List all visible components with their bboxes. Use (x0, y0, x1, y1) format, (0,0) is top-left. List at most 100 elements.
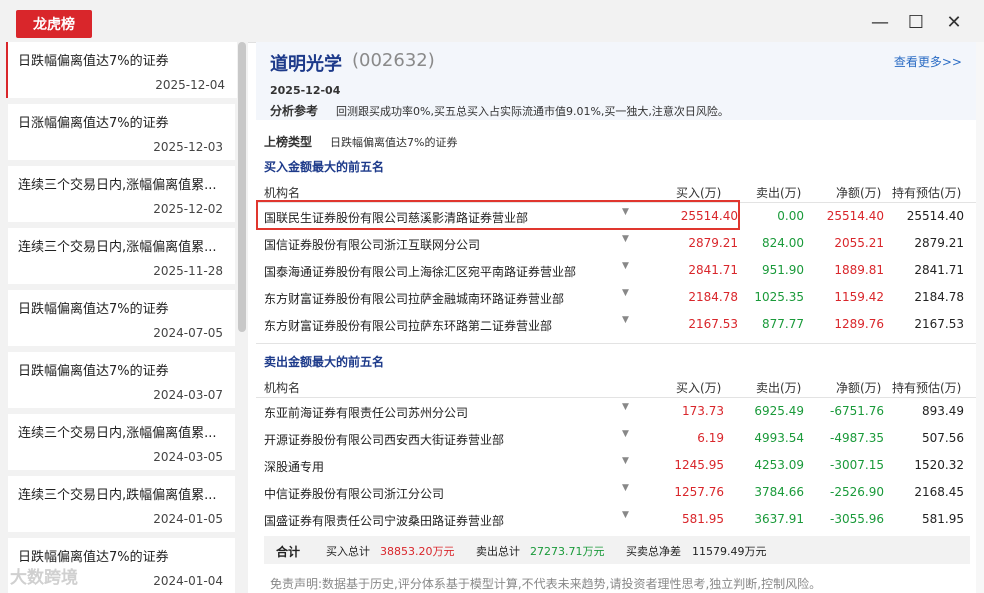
sell-value: 4253.09 (754, 458, 804, 472)
main-panel: 道明光学 (002632) 查看更多>> 2025-12-04 分析参考 回测跟… (256, 42, 984, 593)
main-scrollbar[interactable] (976, 42, 984, 593)
chevron-down-icon[interactable]: ▼ (622, 510, 629, 520)
chevron-down-icon[interactable]: ▼ (622, 288, 629, 298)
sidebar-item-title: 日跌幅偏离值达7%的证券 (18, 364, 169, 379)
total-sell-label: 卖出总计 (476, 545, 520, 558)
chevron-down-icon[interactable]: ▼ (622, 456, 629, 466)
chevron-down-icon[interactable]: ▼ (622, 483, 629, 493)
sidebar-item-date: 2025-12-02 (153, 202, 223, 216)
sidebar-item-date: 2025-12-04 (155, 78, 225, 92)
sidebar-item-date: 2024-07-05 (153, 326, 223, 340)
title-bar: 龙虎榜 — ☐ ✕ (0, 0, 984, 43)
sell-value: 3784.66 (754, 485, 804, 499)
close-button[interactable]: ✕ (942, 10, 966, 34)
sell-value: 4993.54 (754, 431, 804, 445)
buy-value: 173.73 (682, 404, 724, 418)
sidebar-item-date: 2024-03-07 (153, 388, 223, 402)
sell-value: 1025.35 (754, 290, 804, 304)
hold-value: 2879.21 (914, 236, 964, 250)
buy-value: 581.95 (682, 512, 724, 526)
stock-name: 道明光学 (270, 54, 342, 75)
hold-value: 1520.32 (914, 458, 964, 472)
analysis-text: 回测跟买成功率0%,买五总买入占实际流通市值9.01%,买一独大,注意次日风险。 (336, 105, 729, 118)
chevron-down-icon[interactable]: ▼ (622, 261, 629, 271)
sidebar-item-title: 连续三个交易日内,跌幅偏离值累... (18, 488, 217, 503)
analysis-label: 分析参考 (270, 104, 319, 118)
sidebar-item[interactable]: 日跌幅偏离值达7%的证券 2025-12-04 (6, 42, 237, 98)
chevron-down-icon[interactable]: ▼ (622, 234, 629, 244)
institution-name: 东方财富证券股份有限公司拉萨东环路第二证券营业部 (264, 319, 553, 333)
sidebar: 日跌幅偏离值达7%的证券 2025-12-04 日涨幅偏离值达7%的证券 202… (0, 42, 248, 593)
view-more-link[interactable]: 查看更多>> (894, 53, 962, 70)
table-row[interactable]: 中信证券股份有限公司浙江分公司 ▼ 1257.76 3784.66 -2526.… (256, 479, 976, 506)
net-value: -6751.76 (830, 404, 884, 418)
institution-name: 中信证券股份有限公司浙江分公司 (264, 487, 445, 501)
sidebar-item-title: 连续三个交易日内,涨幅偏离值累... (18, 240, 217, 255)
hold-value: 581.95 (922, 512, 964, 526)
minimize-button[interactable]: — (868, 10, 892, 34)
sidebar-item-date: 2025-11-28 (153, 264, 223, 278)
col-header-buy: 买入(万) (676, 186, 722, 200)
sidebar-item[interactable]: 连续三个交易日内,涨幅偏离值累... 2024-03-05 (8, 414, 235, 470)
col-header-inst: 机构名 (264, 381, 301, 395)
sell-value: 877.77 (762, 317, 804, 331)
col-header-hold: 持有预估(万) (892, 381, 962, 395)
table-row[interactable]: 开源证券股份有限公司西安西大街证券营业部 ▼ 6.19 4993.54 -498… (256, 425, 976, 452)
hold-value: 893.49 (922, 404, 964, 418)
sidebar-item-date: 2024-01-05 (153, 512, 223, 526)
institution-name: 开源证券股份有限公司西安西大街证券营业部 (264, 433, 505, 447)
col-header-net: 净额(万) (836, 186, 882, 200)
list-type-value: 日跌幅偏离值达7%的证券 (330, 136, 458, 149)
col-header-inst: 机构名 (264, 186, 301, 200)
sidebar-item[interactable]: 连续三个交易日内,涨幅偏离值累... 2025-12-02 (8, 166, 235, 222)
stock-code: (002632) (352, 50, 435, 71)
col-header-hold: 持有预估(万) (892, 186, 962, 200)
hold-value: 2167.53 (914, 317, 964, 331)
sell-value: 824.00 (762, 236, 804, 250)
table-row[interactable]: 国信证券股份有限公司浙江互联网分公司 ▼ 2879.21 824.00 2055… (256, 230, 976, 257)
sidebar-item[interactable]: 日跌幅偏离值达7%的证券 2024-07-05 (8, 290, 235, 346)
total-summary: 合计 买入总计 38853.20万元 卖出总计 27273.71万元 买卖总净差… (264, 536, 970, 564)
table-row[interactable]: 东方财富证券股份有限公司拉萨东环路第二证券营业部 ▼ 2167.53 877.7… (256, 311, 976, 338)
sidebar-item[interactable]: 连续三个交易日内,跌幅偏离值累... 2024-01-05 (8, 476, 235, 532)
maximize-button[interactable]: ☐ (904, 10, 928, 34)
hold-value: 507.56 (922, 431, 964, 445)
table-row[interactable]: 国泰海通证券股份有限公司上海徐汇区宛平南路证券营业部 ▼ 2841.71 951… (256, 257, 976, 284)
chevron-down-icon[interactable]: ▼ (622, 429, 629, 439)
sidebar-item[interactable]: 日涨幅偏离值达7%的证券 2025-12-03 (8, 104, 235, 160)
total-net-label: 买卖总净差 (626, 545, 681, 558)
table-row[interactable]: 深股通专用 ▼ 1245.95 4253.09 -3007.15 1520.32 (256, 452, 976, 479)
hold-value: 2168.45 (914, 485, 964, 499)
institution-name: 国盛证券有限责任公司宁波桑田路证券营业部 (264, 514, 505, 528)
disclaimer: 免责声明:数据基于历史,评分体系基于模型计算,不代表未来趋势,请投资者理性思考,… (270, 577, 822, 591)
chevron-down-icon[interactable]: ▼ (622, 315, 629, 325)
institution-name: 国信证券股份有限公司浙江互联网分公司 (264, 238, 481, 252)
watermark: 大数跨境 (10, 568, 78, 588)
net-value: 2055.21 (834, 236, 884, 250)
hold-value: 25514.40 (906, 209, 964, 223)
sell-value: 951.90 (762, 263, 804, 277)
net-value: -2526.90 (830, 485, 884, 499)
table-row[interactable]: 东方财富证券股份有限公司拉萨金融城南环路证券营业部 ▼ 2184.78 1025… (256, 284, 976, 311)
app-tab-longhubang[interactable]: 龙虎榜 (16, 10, 92, 38)
table-row[interactable]: 国盛证券有限责任公司宁波桑田路证券营业部 ▼ 581.95 3637.91 -3… (256, 506, 976, 533)
buy-section-title: 买入金额最大的前五名 (264, 160, 385, 174)
list-type-label: 上榜类型 (264, 135, 313, 149)
divider (256, 343, 976, 344)
buy-value: 1257.76 (674, 485, 724, 499)
institution-name: 国泰海通证券股份有限公司上海徐汇区宛平南路证券营业部 (264, 265, 577, 279)
sidebar-item-date: 2024-01-04 (153, 574, 223, 588)
sidebar-item-date: 2024-03-05 (153, 450, 223, 464)
sidebar-item[interactable]: 日跌幅偏离值达7%的证券 2024-03-07 (8, 352, 235, 408)
sidebar-item[interactable]: 连续三个交易日内,涨幅偏离值累... 2025-11-28 (8, 228, 235, 284)
sell-value: 3637.91 (754, 512, 804, 526)
sell-value: 6925.49 (754, 404, 804, 418)
sidebar-item-title: 日涨幅偏离值达7%的证券 (18, 116, 169, 131)
sidebar-item-title: 连续三个交易日内,涨幅偏离值累... (18, 178, 217, 193)
net-value: 1889.81 (834, 263, 884, 277)
stock-header: 道明光学 (002632) 查看更多>> 2025-12-04 分析参考 回测跟… (256, 42, 976, 120)
chevron-down-icon[interactable]: ▼ (622, 402, 629, 412)
sidebar-scrollbar[interactable] (238, 42, 246, 332)
sidebar-item-date: 2025-12-03 (153, 140, 223, 154)
table-row[interactable]: 东亚前海证券有限责任公司苏州分公司 ▼ 173.73 6925.49 -6751… (256, 398, 976, 425)
